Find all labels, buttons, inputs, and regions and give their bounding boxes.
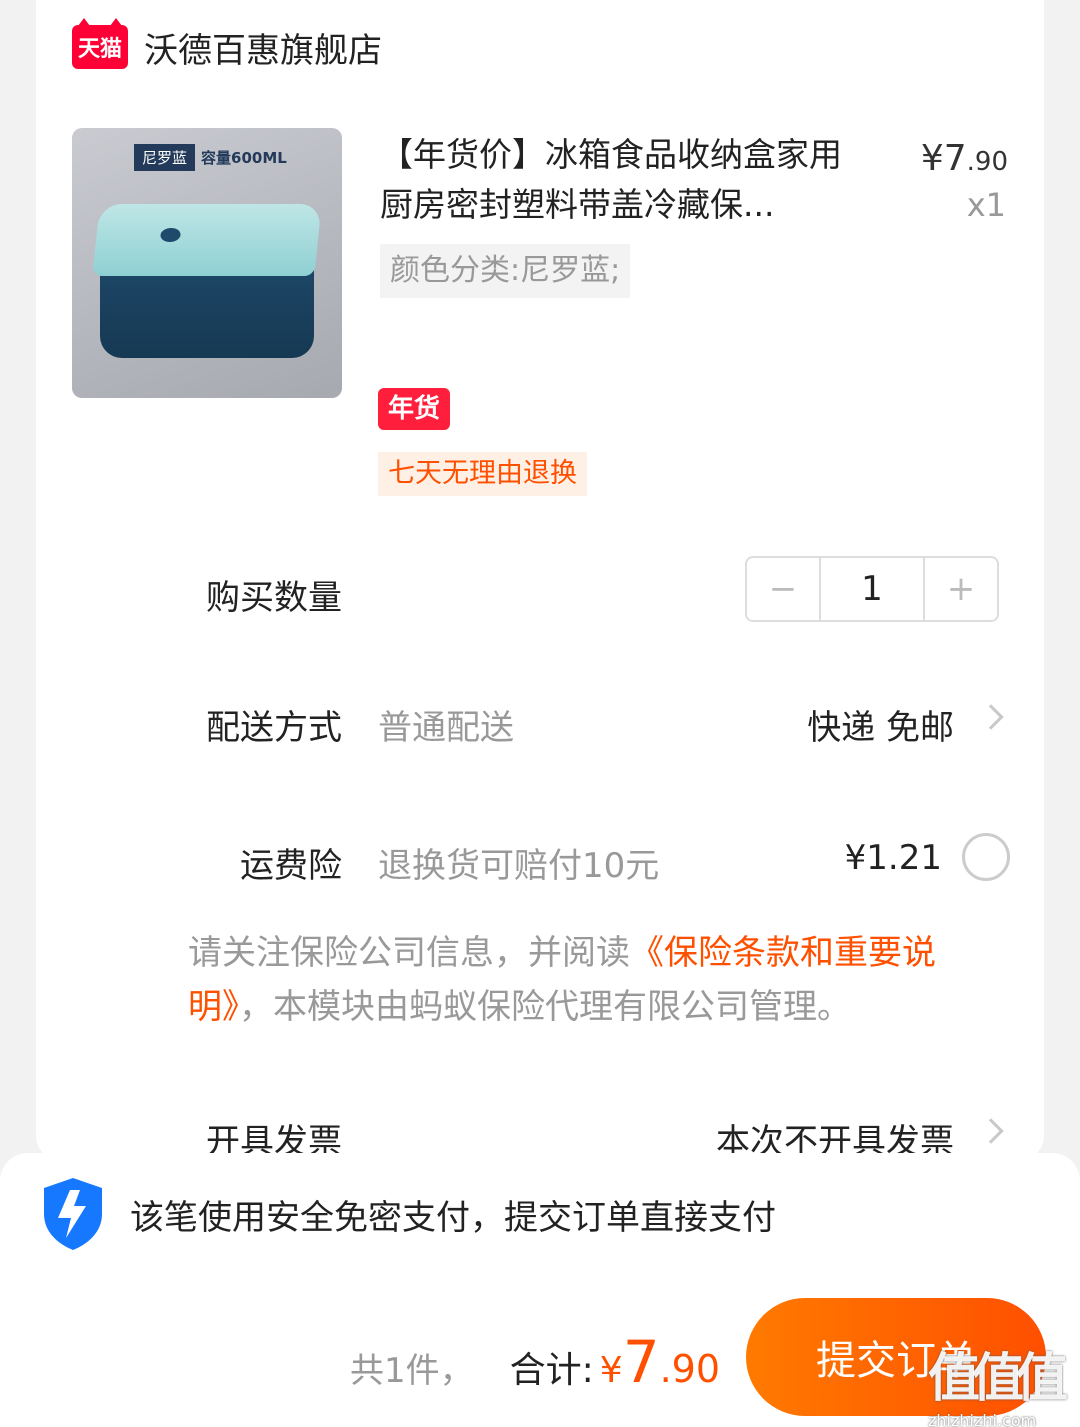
total-label: 合计: xyxy=(509,1350,594,1391)
insurance-desc: 退换货可赔付10元 xyxy=(378,846,660,886)
total-symbol: ¥ xyxy=(599,1350,623,1391)
product-image[interactable]: 尼罗蓝 容量600ML xyxy=(72,128,342,398)
shipping-label: 配送方式 xyxy=(206,708,342,748)
item-quantity: x1 xyxy=(966,186,1006,224)
shipping-value[interactable]: 快递 免邮 xyxy=(807,700,954,749)
unit-price-dec: .90 xyxy=(966,147,1008,177)
decrease-button[interactable]: − xyxy=(747,558,819,620)
container-lid xyxy=(92,204,322,276)
sku-spec: 颜色分类:尼罗蓝; xyxy=(380,244,631,298)
image-capacity-tag: 容量600ML xyxy=(201,149,287,167)
insurance-label: 运费险 xyxy=(240,846,342,886)
secure-payment-text: 该笔使用安全免密支付，提交订单直接支付 xyxy=(130,1197,776,1238)
shop-header[interactable]: 天猫 沃德百惠旗舰店 xyxy=(72,18,382,74)
nianhuo-badge: 年货 xyxy=(378,388,450,430)
image-color-tag: 尼罗蓝 xyxy=(134,144,196,171)
watermark-logo: 值值值 xyxy=(928,1349,1068,1409)
watermark-url: zhizhizhi.com xyxy=(928,1411,1037,1427)
total-int: 7 xyxy=(622,1328,660,1396)
insurance-notice: 请关注保险公司信息，并阅读《保险条款和重要说明》，本模块由蚂蚁保险代理有限公司管… xyxy=(188,926,1018,1034)
unit-price: ¥7.90 xyxy=(921,138,1008,179)
quantity-stepper[interactable]: − 1 + xyxy=(745,556,999,622)
item-count: 共1件， xyxy=(350,1351,474,1391)
total-dec: .90 xyxy=(659,1347,721,1391)
shop-name[interactable]: 沃德百惠旗舰店 xyxy=(144,23,382,72)
product-title[interactable]: 【年货价】冰箱食品收纳盒家用厨房密封塑料带盖冷藏保... xyxy=(380,130,860,230)
quantity-label: 购买数量 xyxy=(206,578,342,618)
lid-vent xyxy=(159,228,182,242)
increase-button[interactable]: + xyxy=(925,558,997,620)
secure-payment-notice: 该笔使用安全免密支付，提交订单直接支付 xyxy=(40,1176,776,1252)
quantity-value[interactable]: 1 xyxy=(819,558,925,620)
shield-lightning-icon xyxy=(44,1178,102,1250)
insurance-price: ¥1.21 xyxy=(844,838,942,878)
notice-text-end: ，本模块由蚂蚁保险代理有限公司管理。 xyxy=(239,987,851,1027)
watermark: 值值值 zhizhizhi.com xyxy=(928,1336,1074,1427)
unit-price-symbol: ¥ xyxy=(920,138,944,179)
total-amount: ¥7.90 xyxy=(600,1328,720,1396)
shipping-method: 普通配送 xyxy=(378,708,514,748)
return-policy-badge: 七天无理由退换 xyxy=(378,452,587,496)
image-caption: 尼罗蓝 容量600ML xyxy=(134,144,287,171)
notice-text: 请关注保险公司信息，并阅读 xyxy=(188,933,630,973)
insurance-radio[interactable] xyxy=(962,833,1010,881)
unit-price-int: 7 xyxy=(943,138,967,179)
order-summary: 共1件， 合计: ¥7.90 xyxy=(350,1328,720,1396)
tmall-logo: 天猫 xyxy=(72,18,128,69)
